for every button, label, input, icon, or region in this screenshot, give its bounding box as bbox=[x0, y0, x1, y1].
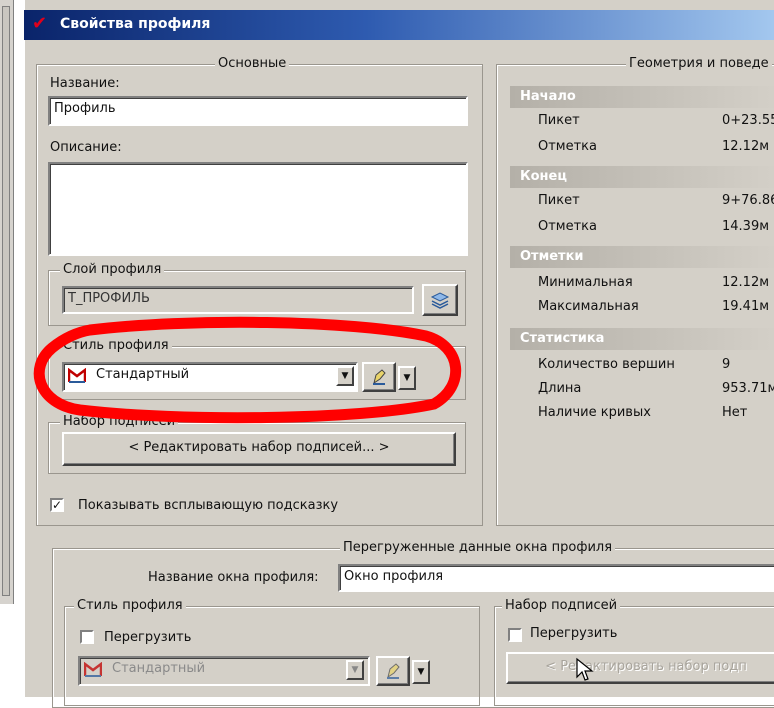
length-value: 953.71м bbox=[722, 381, 774, 396]
style-select[interactable]: Стандартный bbox=[62, 362, 358, 392]
end-elevation-key: Отметка bbox=[538, 219, 598, 234]
mouse-cursor-icon bbox=[576, 657, 594, 681]
name-input[interactable]: Профиль bbox=[48, 96, 468, 126]
override-pencil-edit-icon bbox=[387, 663, 400, 679]
start-station-key: Пикет bbox=[538, 113, 580, 128]
labelset-group-legend: Набор подписей bbox=[60, 414, 179, 429]
override-style-edit-button bbox=[376, 656, 410, 686]
layer-input: Т_ПРОФИЛЬ bbox=[62, 286, 414, 314]
vertex-count-value: 9 bbox=[722, 357, 731, 372]
section-statistics-header: Статистика bbox=[510, 328, 774, 350]
profile-style-icon bbox=[68, 368, 86, 383]
layer-select-button[interactable] bbox=[422, 284, 458, 316]
profile-window-name-label: Название окна профиля: bbox=[148, 570, 319, 585]
style-edit-button[interactable] bbox=[362, 362, 396, 392]
window-title: Свойства профиля bbox=[60, 16, 211, 32]
override-style-legend: Стиль профиля bbox=[74, 598, 186, 613]
override-style-checkbox-label: Перегрузить bbox=[104, 630, 192, 645]
background-panel-inner bbox=[2, 6, 10, 596]
override-profile-style-icon bbox=[84, 662, 102, 677]
min-elevation-key: Минимальная bbox=[538, 275, 633, 290]
start-elevation-value: 12.12м bbox=[722, 139, 770, 154]
override-style-select: Стандартный bbox=[78, 656, 370, 686]
layer-group-legend: Слой профиля bbox=[60, 262, 165, 277]
app-check-icon: ✔ bbox=[32, 13, 48, 34]
show-tooltip-checkbox[interactable]: ✓ bbox=[50, 498, 64, 512]
geometry-group bbox=[496, 64, 774, 526]
override-style-value: Стандартный bbox=[112, 661, 206, 676]
min-elevation-value: 12.12м bbox=[722, 275, 770, 290]
style-dropdown-arrow[interactable]: ▼ bbox=[336, 366, 354, 386]
geometry-group-legend: Геометрия и поведе bbox=[626, 56, 772, 71]
max-elevation-key: Максимальная bbox=[538, 299, 639, 314]
curves-key: Наличие кривых bbox=[538, 405, 651, 420]
title-bar[interactable]: ✔ Свойства профиля bbox=[24, 10, 774, 40]
pencil-edit-icon bbox=[373, 369, 386, 385]
override-labelset-checkbox-label: Перегрузить bbox=[530, 626, 618, 641]
section-end-header: Конец bbox=[510, 166, 774, 188]
start-elevation-key: Отметка bbox=[538, 139, 598, 154]
override-style-checkbox[interactable] bbox=[80, 630, 94, 644]
section-elevations-header: Отметки bbox=[510, 246, 774, 268]
override-labelset-checkbox[interactable] bbox=[508, 628, 522, 642]
override-group-legend: Перегруженные данные окна профиля bbox=[340, 540, 616, 555]
override-style-edit-dropdown: ▼ bbox=[412, 660, 430, 684]
max-elevation-value: 19.41м bbox=[722, 299, 770, 314]
edit-labelset-button[interactable]: < Редактировать набор подписей... > bbox=[62, 432, 456, 466]
show-tooltip-label: Показывать всплывающую подсказку bbox=[78, 498, 339, 513]
length-key: Длина bbox=[538, 381, 582, 396]
profile-window-name-input[interactable]: Окно профиля bbox=[338, 564, 774, 592]
section-start-header: Начало bbox=[510, 86, 774, 108]
layers-icon bbox=[430, 292, 450, 309]
end-station-key: Пикет bbox=[538, 193, 580, 208]
name-label: Название: bbox=[50, 76, 120, 91]
description-label: Описание: bbox=[50, 140, 122, 155]
style-value: Стандартный bbox=[96, 367, 190, 382]
description-textarea[interactable] bbox=[48, 162, 468, 256]
style-group-legend: Стиль профиля bbox=[60, 338, 172, 353]
override-labelset-legend: Набор подписей bbox=[502, 598, 621, 613]
background-panel bbox=[0, 0, 14, 604]
style-edit-dropdown[interactable]: ▼ bbox=[398, 366, 416, 390]
basic-group-legend: Основные bbox=[215, 56, 290, 71]
start-station-value: 0+23.55 bbox=[722, 113, 774, 128]
curves-value: Нет bbox=[722, 405, 748, 420]
vertex-count-key: Количество вершин bbox=[538, 357, 675, 372]
end-elevation-value: 14.39м bbox=[722, 219, 770, 234]
override-edit-labelset-button: < Редактировать набор подп bbox=[506, 652, 774, 684]
end-station-value: 9+76.86 bbox=[722, 193, 774, 208]
override-style-dropdown-arrow: ▼ bbox=[346, 660, 364, 680]
